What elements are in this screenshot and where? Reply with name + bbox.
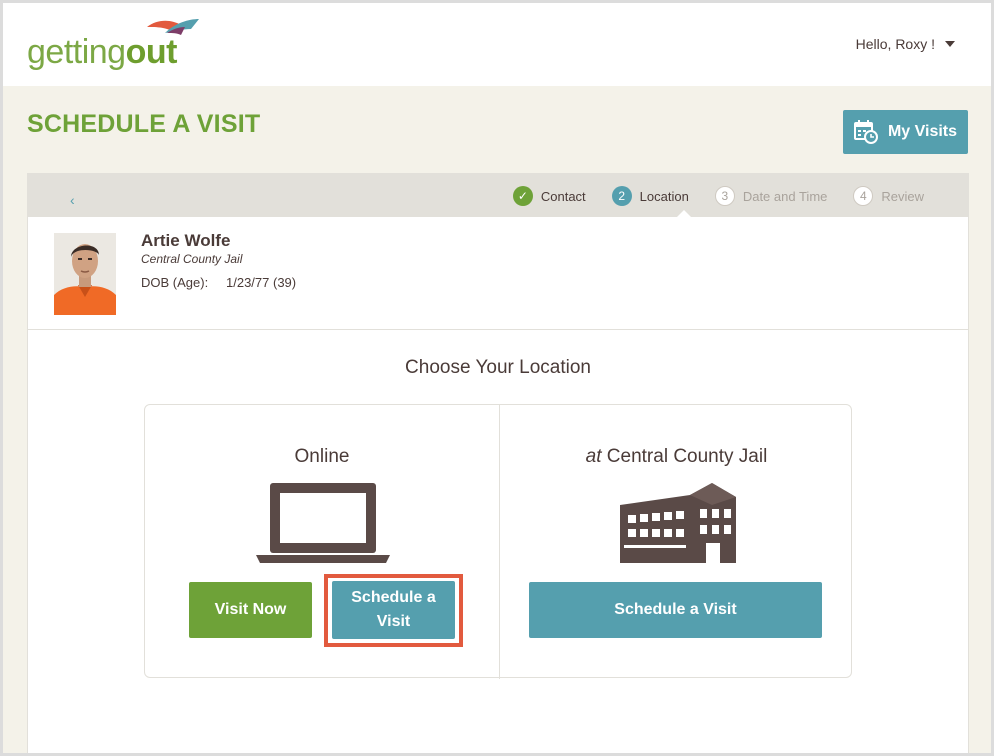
step-location[interactable]: 2 Location (611, 186, 689, 206)
step-number: 4 (853, 186, 874, 206)
step-label: Date and Time (742, 188, 828, 204)
building-icon (620, 483, 736, 563)
schedule-card: ‹ ✓ Contact 2 Location 3 Date and Time 4… (27, 173, 969, 753)
step-number: 3 (714, 186, 735, 206)
user-menu[interactable]: Hello, Roxy ! (856, 36, 955, 52)
visit-now-button[interactable]: Visit Now (189, 582, 312, 638)
back-arrow-icon[interactable]: ‹ (70, 192, 75, 208)
logo[interactable]: gettingout (27, 15, 217, 75)
step-review: 4 Review (853, 186, 924, 206)
inmate-facility: Central County Jail (141, 252, 243, 266)
my-visits-label: My Visits (887, 123, 958, 140)
jail-title-name: Central County Jail (606, 446, 768, 467)
dob-label: DOB (Age): (141, 275, 209, 290)
user-greeting: Hello, Roxy ! (855, 36, 935, 52)
check-icon: ✓ (512, 186, 533, 206)
caret-down-icon (945, 41, 955, 47)
step-progress: ✓ Contact 2 Location 3 Date and Time 4 R… (487, 186, 924, 206)
my-visits-button[interactable]: My Visits (843, 110, 968, 154)
step-date-and-time: 3 Date and Time (714, 186, 828, 206)
inmate-name: Artie Wolfe (141, 231, 231, 250)
step-number: 2 (611, 186, 632, 206)
calendar-clock-icon (853, 120, 878, 144)
inmate-photo (54, 233, 116, 315)
top-bar: gettingout Hello, Roxy ! (3, 3, 991, 86)
laptop-icon (256, 483, 390, 563)
jail-title-prefix: at (585, 446, 602, 467)
location-options: Online at Central County Jail Visit Now … (144, 404, 853, 679)
step-label: Location (639, 188, 689, 204)
step-bar: ‹ ✓ Contact 2 Location 3 Date and Time 4… (28, 174, 968, 218)
inmate-info: Artie Wolfe Central County Jail DOB (Age… (28, 217, 968, 330)
step-contact[interactable]: ✓ Contact (512, 186, 586, 206)
schedule-jail-visit-button[interactable]: Schedule a Visit (529, 582, 822, 638)
logo-text-light: getting (27, 33, 126, 71)
logo-text: gettingout (27, 33, 177, 72)
step-label: Review (881, 188, 924, 204)
online-option-title: Online (294, 446, 350, 467)
dob-value: 1/23/77 (39) (226, 275, 297, 290)
jail-option-title: at Central County Jail (500, 446, 853, 468)
step-label: Contact (540, 188, 586, 204)
choose-location-heading: Choose Your Location (405, 357, 591, 378)
page-title: SCHEDULE A VISIT (27, 110, 261, 138)
app-window: gettingout Hello, Roxy ! SCHEDULE A VISI… (3, 3, 991, 753)
schedule-online-visit-button[interactable]: Schedule a Visit (332, 581, 455, 639)
logo-text-bold: out (125, 33, 178, 71)
inmate-photo-image (54, 233, 116, 315)
